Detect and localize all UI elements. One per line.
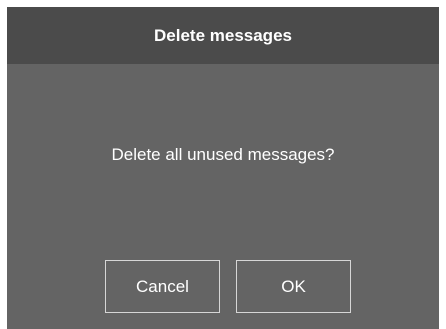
ok-button[interactable]: OK	[236, 260, 351, 313]
dialog-title: Delete messages	[7, 7, 439, 64]
cancel-button[interactable]: Cancel	[105, 260, 220, 313]
dialog-message: Delete all unused messages?	[111, 145, 335, 164]
delete-messages-dialog: Delete messages Delete all unused messag…	[7, 7, 439, 329]
